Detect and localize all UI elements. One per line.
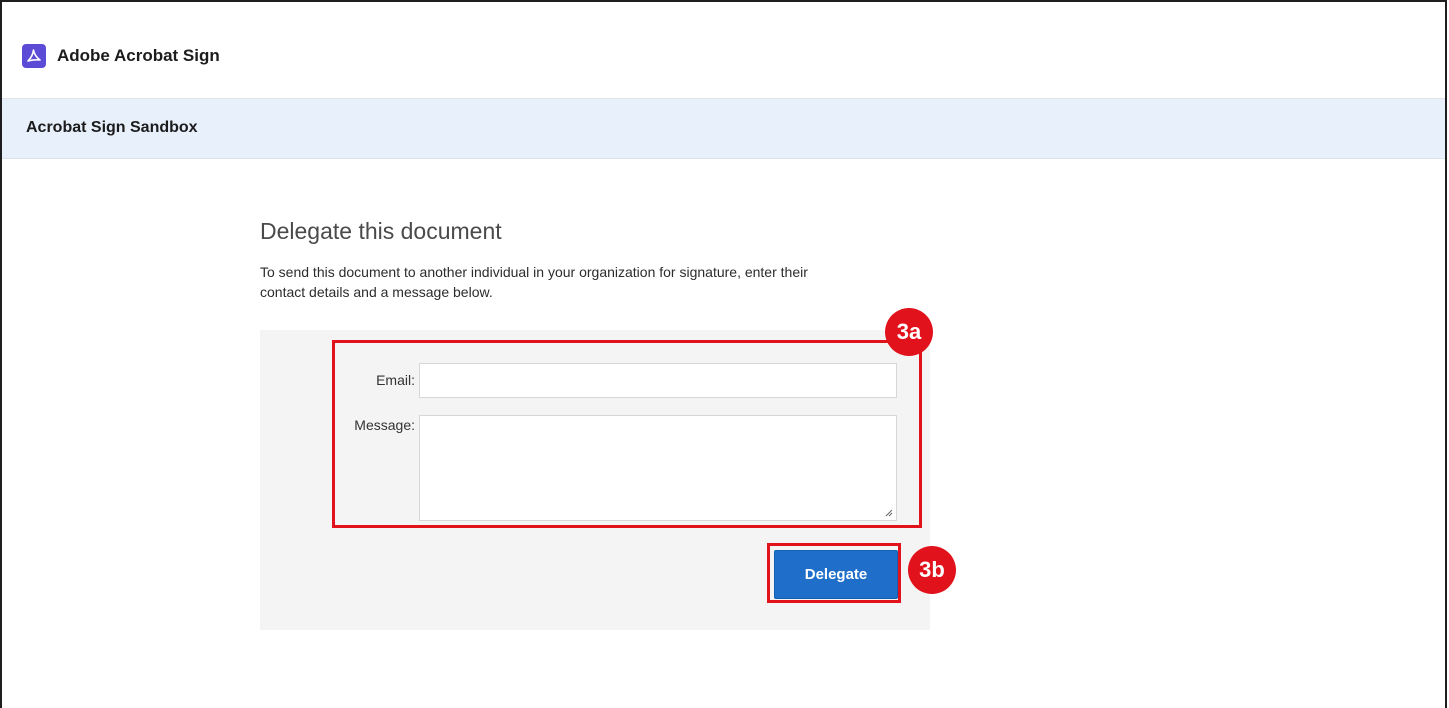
top-bar: Adobe Acrobat Sign (2, 2, 1445, 99)
intro-line-1: To send this document to another individ… (260, 264, 808, 280)
page-title: Delegate this document (260, 218, 502, 244)
callout-badge-3a: 3a (885, 308, 933, 356)
intro-line-2: contact details and a message below. (260, 284, 493, 300)
intro-text: To send this document to another individ… (260, 262, 910, 302)
callout-badge-3b: 3b (908, 546, 956, 594)
acrobat-logo-icon (22, 44, 46, 68)
highlight-box-fields (332, 340, 922, 528)
brand-name: Adobe Acrobat Sign (57, 46, 220, 65)
account-bar: Acrobat Sign Sandbox (2, 99, 1445, 159)
account-title: Acrobat Sign Sandbox (26, 119, 198, 136)
highlight-box-button (767, 543, 901, 603)
